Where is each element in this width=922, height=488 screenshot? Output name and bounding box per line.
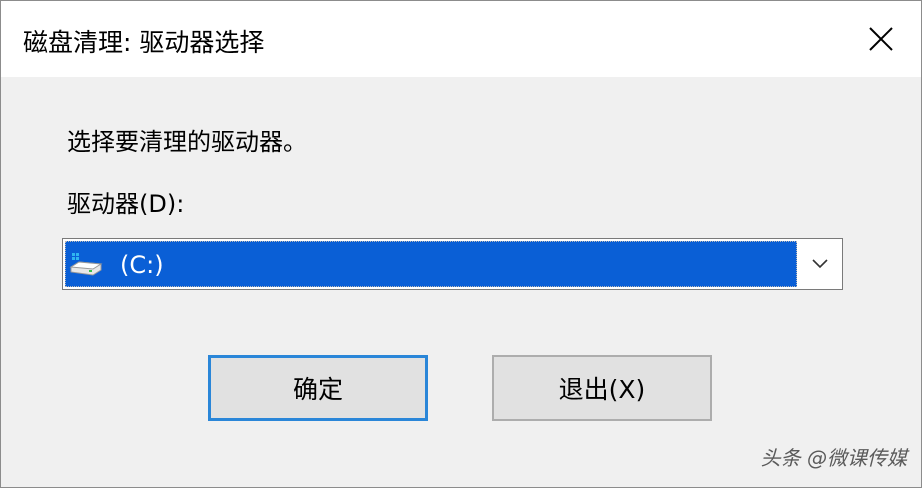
drive-select-value: (C:) [120,251,164,279]
ok-button[interactable]: 确定 [208,355,428,421]
drive-select-dropdown-button[interactable] [798,239,842,289]
prompt-text: 选择要清理的驱动器。 [67,128,307,156]
drive-select[interactable]: (C:) [62,238,843,290]
close-button[interactable] [841,1,921,77]
drive-label: 驱动器(D): [67,190,185,218]
title-bar: 磁盘清理: 驱动器选择 [1,1,921,77]
close-icon [869,27,893,51]
disk-cleanup-dialog: 磁盘清理: 驱动器选择 选择要清理的驱动器。 驱动器(D): (C:) 确定 退… [0,0,922,488]
window-title: 磁盘清理: 驱动器选择 [23,28,265,57]
watermark: 头条 @微课传媒 [760,446,907,470]
drive-icon [69,253,103,276]
exit-button[interactable]: 退出(X) [492,355,712,421]
chevron-down-icon [812,259,828,269]
drive-select-value-highlight: (C:) [65,241,797,287]
